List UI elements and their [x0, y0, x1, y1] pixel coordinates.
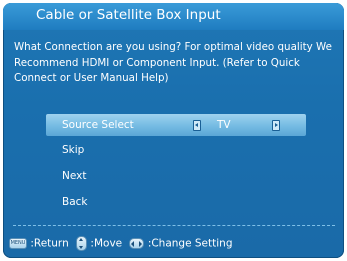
- title-bar: Cable or Satellite Box Input: [3, 3, 344, 30]
- menu-item-skip[interactable]: Skip: [46, 139, 306, 161]
- back-label: Back: [62, 196, 88, 208]
- next-label: Next: [62, 170, 87, 182]
- footer-divider: [13, 225, 335, 226]
- change-setting-hint: :Change Setting: [147, 237, 233, 250]
- menu-item-back[interactable]: Back: [46, 191, 306, 213]
- up-down-key-icon: [76, 236, 88, 251]
- source-select-value: TV: [217, 119, 231, 131]
- return-hint: :Return: [30, 237, 69, 250]
- instruction-text: What Connection are you using? For optim…: [14, 41, 332, 84]
- footer-help-bar: MENU :Return :Move :Change Setting: [9, 236, 232, 252]
- menu-key-icon: MENU: [9, 238, 27, 249]
- skip-label: Skip: [62, 144, 85, 156]
- menu-item-next[interactable]: Next: [46, 165, 306, 187]
- left-right-key-icon: [129, 238, 145, 249]
- tv-menu-screen: Cable or Satellite Box Input What Connec…: [3, 3, 344, 258]
- right-arrow-icon[interactable]: [272, 120, 280, 131]
- source-select-label: Source Select: [62, 119, 134, 131]
- menu-item-source-select[interactable]: Source Select TV: [46, 114, 306, 136]
- move-hint: :Move: [90, 237, 123, 250]
- page-title: Cable or Satellite Box Input: [36, 7, 221, 23]
- left-arrow-icon[interactable]: [193, 120, 201, 131]
